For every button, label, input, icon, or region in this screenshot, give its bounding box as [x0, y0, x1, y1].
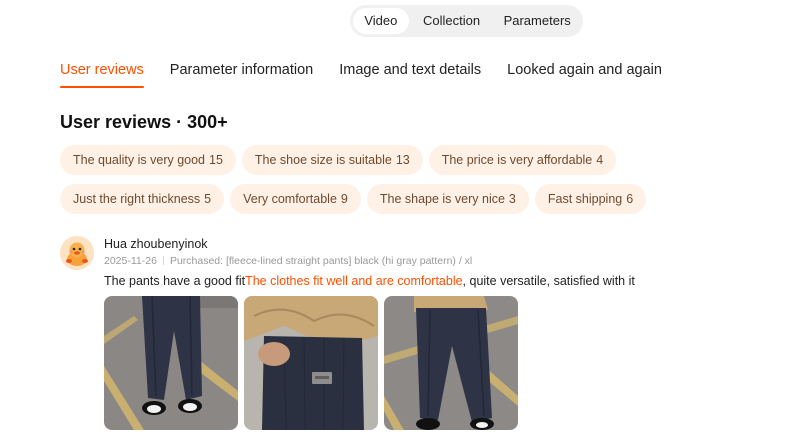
- review-tag[interactable]: The shape is very nice 3: [366, 184, 529, 214]
- reviews-section-title: User reviews · 300+: [60, 112, 228, 133]
- media-tab-video[interactable]: Video: [353, 8, 409, 34]
- review-tag-list: The quality is very good 15 The shoe size…: [60, 145, 780, 223]
- review-purchased-variant: Purchased: [fleece-lined straight pants]…: [169, 255, 473, 267]
- nav-tab-image-text-details[interactable]: Image and text details: [339, 62, 481, 90]
- pants-photo-front: [104, 296, 238, 430]
- review-tag[interactable]: Fast shipping 6: [534, 184, 647, 214]
- review-tag-count: 13: [395, 153, 410, 167]
- review-tag[interactable]: The shoe size is suitable 13: [241, 145, 423, 175]
- review-tag-label: Fast shipping: [547, 192, 623, 206]
- review-tag-count: 5: [204, 192, 212, 206]
- review-meta: 2025-11-26 Purchased: [fleece-lined strai…: [104, 255, 472, 267]
- review-text-part: , quite versatile, satisfied with it: [462, 274, 635, 288]
- review-text-highlight: The clothes fit well and are comfortable: [245, 274, 463, 288]
- review-tag-count: 3: [508, 192, 516, 206]
- review-photo[interactable]: [244, 296, 378, 430]
- media-tab-group: Video Collection Parameters: [350, 5, 583, 37]
- nav-tab-looked-again[interactable]: Looked again and again: [507, 62, 662, 90]
- review-tag-count: 6: [626, 192, 634, 206]
- review-tag-count: 4: [596, 153, 604, 167]
- review-tag-label: Very comfortable: [243, 192, 337, 206]
- review-tag-label: The quality is very good: [73, 153, 206, 167]
- reviews-title-separator: ·: [176, 112, 183, 132]
- review-photo[interactable]: [104, 296, 238, 430]
- review-photo-list: [104, 296, 524, 430]
- review-date: 2025-11-26: [104, 255, 157, 267]
- review-tag-count: 9: [340, 192, 348, 206]
- review-tag-label: The shape is very nice: [379, 192, 505, 206]
- review-text-part: The pants have a good fit: [104, 274, 246, 288]
- review-tag-label: Just the right thickness: [73, 192, 201, 206]
- media-tab-parameters[interactable]: Parameters: [494, 8, 580, 34]
- detail-nav-tabs: User reviews Parameter information Image…: [60, 62, 688, 90]
- pants-photo-pocket-closeup: [244, 296, 378, 430]
- reviewer-avatar[interactable]: [60, 236, 94, 270]
- review-tag[interactable]: Just the right thickness 5: [60, 184, 225, 214]
- review-tag[interactable]: Very comfortable 9: [230, 184, 361, 214]
- review-tag-label: The price is very affordable: [441, 153, 593, 167]
- review-tag-label: The shoe size is suitable: [254, 153, 392, 167]
- review-tag[interactable]: The quality is very good 15: [60, 145, 236, 175]
- review-tag-count: 15: [209, 153, 223, 167]
- review-tag[interactable]: The price is very affordable 4: [428, 145, 617, 175]
- review-photo[interactable]: [384, 296, 518, 430]
- nav-tab-user-reviews[interactable]: User reviews: [60, 62, 144, 90]
- meta-divider: [162, 256, 164, 265]
- reviewer-name: Hua zhoubenyinok: [104, 237, 208, 251]
- review-text: The pants have a good fitThe clothes fit…: [104, 274, 635, 288]
- media-tab-collection[interactable]: Collection: [409, 8, 495, 34]
- nav-tab-parameter-information[interactable]: Parameter information: [170, 62, 313, 90]
- reviews-title-text: User reviews: [60, 112, 172, 132]
- reviews-count: 300+: [187, 112, 228, 132]
- duck-avatar-icon: [60, 236, 94, 270]
- pants-photo-side: [384, 296, 518, 430]
